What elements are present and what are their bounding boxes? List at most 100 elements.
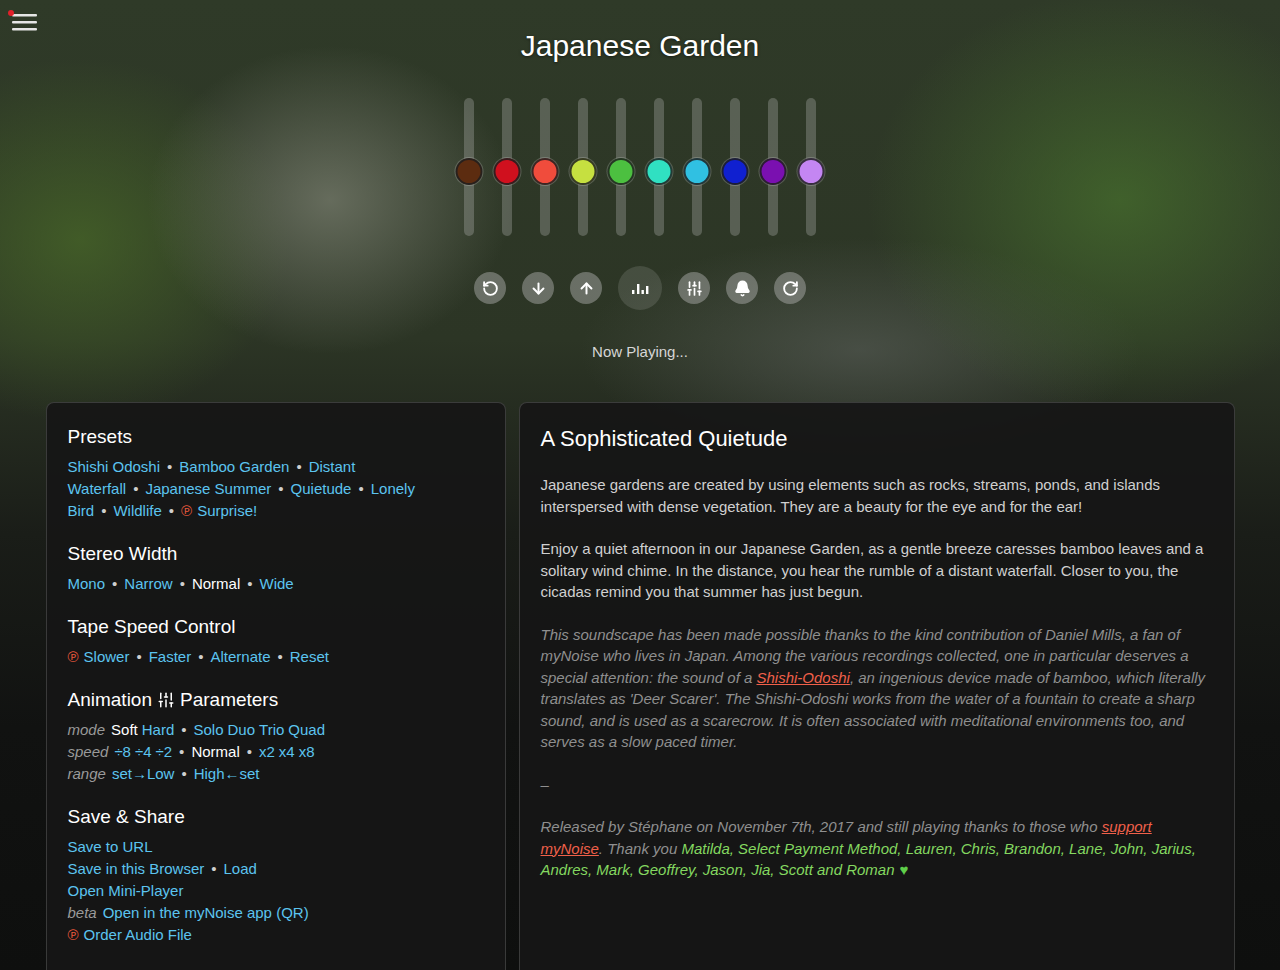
option-link[interactable]: Slower	[84, 648, 130, 665]
separator: •	[247, 743, 252, 760]
bars-button[interactable]	[618, 266, 662, 310]
option-link[interactable]: Japanese Summer	[145, 480, 271, 497]
option-row: modeSoftHard•SoloDuoTrioQuad	[68, 719, 484, 741]
up-button[interactable]	[570, 272, 602, 304]
option-link[interactable]: High←set	[194, 765, 260, 782]
option-link[interactable]: Faster	[149, 648, 192, 665]
option-link[interactable]: ÷2	[156, 743, 173, 760]
option-link[interactable]: Narrow	[124, 575, 172, 592]
slider-knob[interactable]	[570, 158, 597, 185]
option-link[interactable]: Wildlife	[113, 502, 161, 519]
volume-slider[interactable]	[754, 98, 792, 236]
slider-knob[interactable]	[608, 158, 635, 185]
page-title: Japanese Garden	[521, 28, 760, 64]
volume-slider[interactable]	[792, 98, 830, 236]
premium-badge: ℗	[181, 502, 192, 519]
bell-button[interactable]	[726, 272, 758, 304]
option-link[interactable]: Open in the myNoise app (QR)	[103, 904, 309, 921]
separator: •	[181, 721, 186, 738]
arrow-down-icon	[530, 280, 547, 297]
timer-button[interactable]	[774, 272, 806, 304]
option-link[interactable]: Open Mini-Player	[68, 882, 184, 899]
volume-slider[interactable]	[526, 98, 564, 236]
option-link[interactable]: x4	[279, 743, 295, 760]
option-link[interactable]: Save in this Browser	[68, 860, 205, 877]
settings-section: Stereo WidthMono•Narrow•Normal•Wide	[68, 541, 484, 595]
option-link[interactable]: Hard	[142, 721, 175, 738]
option-link[interactable]: Wide	[260, 575, 294, 592]
option-link[interactable]: set→Low	[112, 765, 175, 782]
slider-knob[interactable]	[684, 158, 711, 185]
reset-button[interactable]	[474, 272, 506, 304]
separator: •	[278, 480, 283, 497]
sliders-button[interactable]	[678, 272, 710, 304]
option-link[interactable]: Mono	[68, 575, 106, 592]
separator: •	[169, 502, 174, 519]
option-link[interactable]: Surprise!	[197, 502, 257, 519]
menu-button[interactable]	[8, 10, 40, 36]
volume-slider[interactable]	[488, 98, 526, 236]
description-paragraph: Enjoy a quiet afternoon in our Japanese …	[541, 538, 1213, 603]
option-row: speed ÷8÷4÷2 • Normal • x2x4x8	[68, 741, 484, 763]
separator: •	[167, 458, 172, 475]
row-label: speed	[68, 743, 109, 760]
option-row: ℗Slower•Faster•Alternate•Reset	[68, 646, 484, 668]
section-title: Tape Speed Control	[68, 614, 484, 640]
slider-knob[interactable]	[646, 158, 673, 185]
option-link[interactable]: Quietude	[291, 480, 352, 497]
background-photo: Japanese GardenNow Playing...PresetsShis…	[0, 0, 1280, 970]
settings-section: PresetsShishi Odoshi•Bamboo Garden•Dista…	[68, 424, 484, 522]
option-link[interactable]: Duo	[228, 721, 256, 738]
text-link[interactable]: Shishi-Odoshi	[756, 669, 849, 686]
description-paragraph: Released by Stéphane on November 7th, 20…	[541, 816, 1213, 881]
option-link[interactable]: Reset	[290, 648, 329, 665]
slider-knob[interactable]	[494, 158, 521, 185]
option-link[interactable]: Save to URL	[68, 838, 153, 855]
option-link[interactable]: Shishi Odoshi	[68, 458, 161, 475]
separator: •	[181, 765, 186, 782]
option-link[interactable]: Alternate	[210, 648, 270, 665]
separator: •	[180, 575, 185, 592]
option-link[interactable]: Load	[224, 860, 257, 877]
premium-badge: ℗	[68, 648, 79, 665]
panels: PresetsShishi Odoshi•Bamboo Garden•Dista…	[46, 402, 1235, 970]
volume-slider[interactable]	[678, 98, 716, 236]
separator: •	[278, 648, 283, 665]
option-link[interactable]: x2	[259, 743, 275, 760]
option-link[interactable]: Solo	[194, 721, 224, 738]
separator: •	[101, 502, 106, 519]
slider-knob[interactable]	[456, 158, 483, 185]
volume-slider[interactable]	[716, 98, 754, 236]
option-link[interactable]: Bamboo Garden	[179, 458, 289, 475]
option-row: Save to URL	[68, 836, 484, 858]
volume-slider[interactable]	[450, 98, 488, 236]
slider-knob[interactable]	[532, 158, 559, 185]
option-row: Save in this Browser•Load	[68, 858, 484, 880]
volume-slider[interactable]	[602, 98, 640, 236]
volume-slider[interactable]	[564, 98, 602, 236]
timer-icon	[782, 280, 799, 297]
separator: •	[179, 743, 184, 760]
option-row: betaOpen in the myNoise app (QR)	[68, 902, 484, 924]
section-title: Presets	[68, 424, 484, 450]
description-paragraph: Japanese gardens are created by using el…	[541, 474, 1213, 517]
slider-bank	[450, 98, 830, 236]
sliders-icon	[686, 280, 703, 297]
slider-knob[interactable]	[722, 158, 749, 185]
volume-slider[interactable]	[640, 98, 678, 236]
down-button[interactable]	[522, 272, 554, 304]
option-link[interactable]: ÷8	[114, 743, 131, 760]
separator: •	[296, 458, 301, 475]
arrow-up-icon	[578, 280, 595, 297]
slider-knob[interactable]	[798, 158, 825, 185]
control-bar	[474, 266, 806, 310]
option-link[interactable]: Quad	[288, 721, 325, 738]
heart-icon: ♥	[900, 861, 909, 878]
option-link[interactable]: Order Audio File	[84, 926, 192, 943]
slider-knob[interactable]	[760, 158, 787, 185]
description-title: A Sophisticated Quietude	[541, 424, 1213, 454]
current-option: Normal	[191, 743, 239, 760]
option-link[interactable]: ÷4	[135, 743, 152, 760]
option-link[interactable]: Trio	[259, 721, 284, 738]
option-link[interactable]: x8	[299, 743, 315, 760]
